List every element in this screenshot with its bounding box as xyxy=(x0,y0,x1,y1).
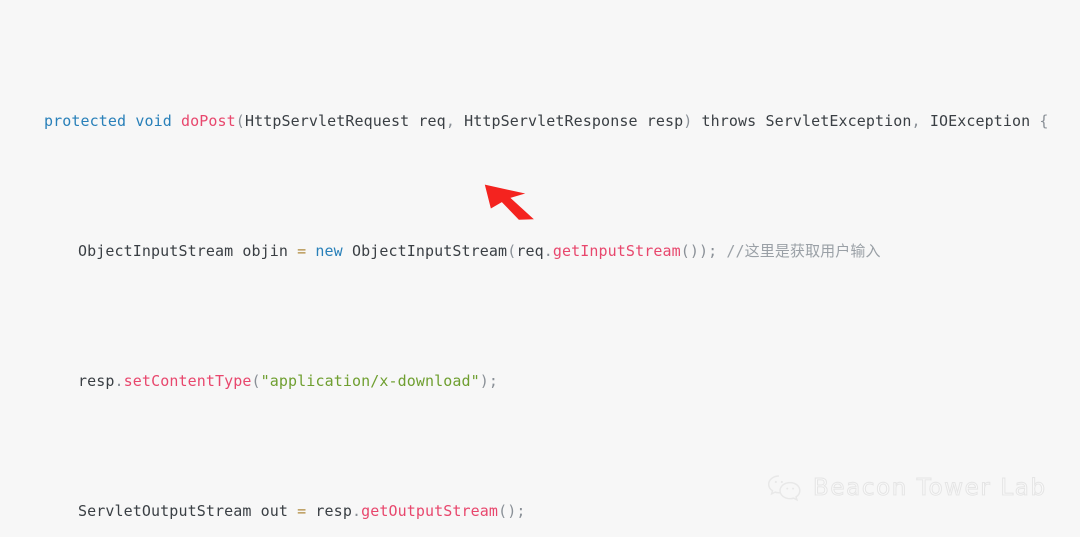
token-punctuation: , xyxy=(911,112,921,130)
code-line: resp.setContentType("application/x-downl… xyxy=(0,368,1080,394)
token-text: HttpServletResponse resp xyxy=(454,112,684,130)
token-text: IOException xyxy=(920,112,1031,130)
token-operator: = xyxy=(297,502,307,520)
token-keyword: protected xyxy=(44,112,127,130)
token-text: throws ServletException xyxy=(701,112,912,130)
token-punctuation: { xyxy=(1039,112,1049,130)
token-operator: = xyxy=(297,242,307,260)
token-text: ObjectInputStream xyxy=(351,242,508,260)
token-text: ServletOutputStream out xyxy=(78,502,298,520)
token-text: resp xyxy=(315,502,352,520)
token-punctuation: ( xyxy=(251,372,261,390)
code-screenshot: protected void doPost(HttpServletRequest… xyxy=(0,0,1080,537)
code-line: ObjectInputStream objin = new ObjectInpu… xyxy=(0,238,1080,264)
token-text: req xyxy=(516,242,544,260)
code-line: ServletOutputStream out = resp.getOutput… xyxy=(0,498,1080,524)
token-text: ObjectInputStream objin xyxy=(78,242,298,260)
token-text: resp xyxy=(78,372,115,390)
token-keyword: new xyxy=(315,242,343,260)
token-method: setContentType xyxy=(123,372,252,390)
token-comment: //这里是获取用户输入 xyxy=(726,242,881,260)
code-block: protected void doPost(HttpServletRequest… xyxy=(0,0,1080,537)
token-punctuation: ) xyxy=(683,112,693,130)
token-punctuation: . xyxy=(114,372,124,390)
token-string: "application/x-download" xyxy=(260,372,480,390)
token-method: getInputStream xyxy=(552,242,681,260)
token-punctuation: (); xyxy=(498,502,526,520)
token-punctuation: ( xyxy=(235,112,245,130)
token-punctuation: . xyxy=(351,502,362,520)
token-punctuation: ); xyxy=(479,372,499,390)
token-method: getOutputStream xyxy=(361,502,499,520)
token-punctuation: ( xyxy=(507,242,517,260)
code-line: protected void doPost(HttpServletRequest… xyxy=(0,108,1080,134)
token-keyword: void xyxy=(135,112,172,130)
token-punctuation: . xyxy=(543,242,553,260)
token-method: doPost xyxy=(181,112,236,130)
token-punctuation: , xyxy=(445,112,455,130)
token-text: HttpServletRequest req xyxy=(244,112,446,130)
token-punctuation: ()); xyxy=(680,242,718,260)
